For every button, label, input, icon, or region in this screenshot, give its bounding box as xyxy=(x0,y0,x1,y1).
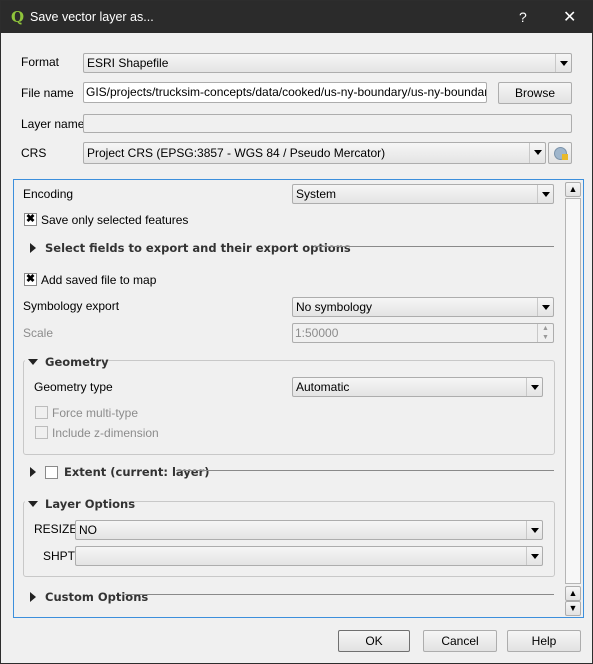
shpt-label: SHPT xyxy=(43,549,76,563)
extent-header[interactable]: Extent (current: layer) xyxy=(64,465,210,479)
filename-label: File name xyxy=(21,86,74,100)
scale-value: 1:50000 xyxy=(295,326,339,340)
custom-options-header[interactable]: Custom Options xyxy=(45,590,148,604)
layer-options-header[interactable]: Layer Options xyxy=(45,497,135,511)
add-to-map-label: Add saved file to map xyxy=(41,273,157,287)
geometry-type-combo[interactable]: Automatic xyxy=(292,377,543,397)
expand-triangle-icon[interactable] xyxy=(30,592,36,602)
chevron-down-icon xyxy=(526,378,542,396)
close-icon[interactable]: ✕ xyxy=(563,7,576,27)
format-label: Format xyxy=(21,55,60,69)
geometry-header[interactable]: Geometry xyxy=(45,355,109,369)
crs-label: CRS xyxy=(21,146,47,160)
collapse-triangle-icon[interactable] xyxy=(28,501,38,507)
extent-checkbox[interactable] xyxy=(45,466,58,479)
crs-combo[interactable]: Project CRS (EPSG:3857 - WGS 84 / Pseudo… xyxy=(83,142,546,164)
scrollbar-thumb[interactable] xyxy=(565,198,581,584)
cancel-button[interactable]: Cancel xyxy=(423,630,497,652)
chevron-down-icon xyxy=(526,547,542,565)
qgis-logo-icon: Q xyxy=(11,8,25,26)
scroll-up-button-bottom[interactable]: ▲ xyxy=(565,586,581,601)
vertical-scrollbar[interactable]: ▲ ▲ ▼ xyxy=(565,182,581,616)
spin-arrows-icon[interactable]: ▲ ▼ xyxy=(537,324,553,342)
help-button[interactable]: Help xyxy=(507,630,581,652)
scroll-up-button[interactable]: ▲ xyxy=(565,182,581,197)
z-dimension-checkbox[interactable] xyxy=(35,426,48,439)
save-selected-label: Save only selected features xyxy=(41,213,189,227)
encoding-value: System xyxy=(296,187,337,201)
encoding-combo[interactable]: System xyxy=(292,184,554,204)
resize-combo[interactable]: NO xyxy=(75,520,543,540)
browse-button[interactable]: Browse xyxy=(498,82,572,104)
save-vector-layer-dialog: Q Save vector layer as... ? ✕ Format ESR… xyxy=(0,0,593,664)
encoding-label: Encoding xyxy=(23,187,74,201)
expand-triangle-icon[interactable] xyxy=(30,243,36,253)
save-selected-checkbox[interactable]: ✖ xyxy=(24,213,37,226)
chevron-down-icon xyxy=(555,54,571,72)
format-combo[interactable]: ESRI Shapefile xyxy=(83,53,572,73)
layername-label: Layer name xyxy=(21,117,85,131)
chevron-down-icon xyxy=(529,143,545,163)
resize-label: RESIZE xyxy=(34,522,78,536)
chevron-down-icon xyxy=(537,298,553,316)
geometry-type-label: Geometry type xyxy=(34,380,113,394)
divider xyxy=(176,470,554,471)
scroll-down-button[interactable]: ▼ xyxy=(565,601,581,616)
filename-input[interactable]: GIS/projects/trucksim-concepts/data/cook… xyxy=(83,82,487,103)
z-dimension-label: Include z-dimension xyxy=(52,426,159,440)
title-bar: Q Save vector layer as... ? ✕ xyxy=(1,1,593,33)
shpt-combo[interactable] xyxy=(75,546,543,566)
pencil-icon xyxy=(562,154,568,160)
geometry-type-value: Automatic xyxy=(296,380,350,394)
scale-label: Scale xyxy=(23,326,54,340)
ok-button[interactable]: OK xyxy=(338,630,410,652)
divider xyxy=(314,246,554,247)
symbology-value: No symbology xyxy=(296,300,373,314)
select-crs-button[interactable] xyxy=(548,142,572,164)
chevron-down-icon xyxy=(537,185,553,203)
symbology-combo[interactable]: No symbology xyxy=(292,297,554,317)
force-multi-checkbox[interactable] xyxy=(35,406,48,419)
layername-input[interactable] xyxy=(83,114,572,133)
divider xyxy=(125,594,554,595)
help-title-button[interactable]: ? xyxy=(519,9,527,25)
crs-value: Project CRS (EPSG:3857 - WGS 84 / Pseudo… xyxy=(87,146,386,160)
chevron-down-icon xyxy=(526,521,542,539)
dialog-title: Save vector layer as... xyxy=(30,10,154,24)
scale-spinbox[interactable]: 1:50000 ▲ ▼ xyxy=(292,323,554,343)
resize-value: NO xyxy=(79,523,97,537)
symbology-label: Symbology export xyxy=(23,299,120,313)
select-fields-header[interactable]: Select fields to export and their export… xyxy=(45,241,351,255)
force-multi-label: Force multi-type xyxy=(52,406,139,420)
add-to-map-checkbox[interactable]: ✖ xyxy=(24,273,37,286)
collapse-triangle-icon[interactable] xyxy=(28,359,38,365)
format-value: ESRI Shapefile xyxy=(87,56,169,70)
expand-triangle-icon[interactable] xyxy=(30,467,36,477)
